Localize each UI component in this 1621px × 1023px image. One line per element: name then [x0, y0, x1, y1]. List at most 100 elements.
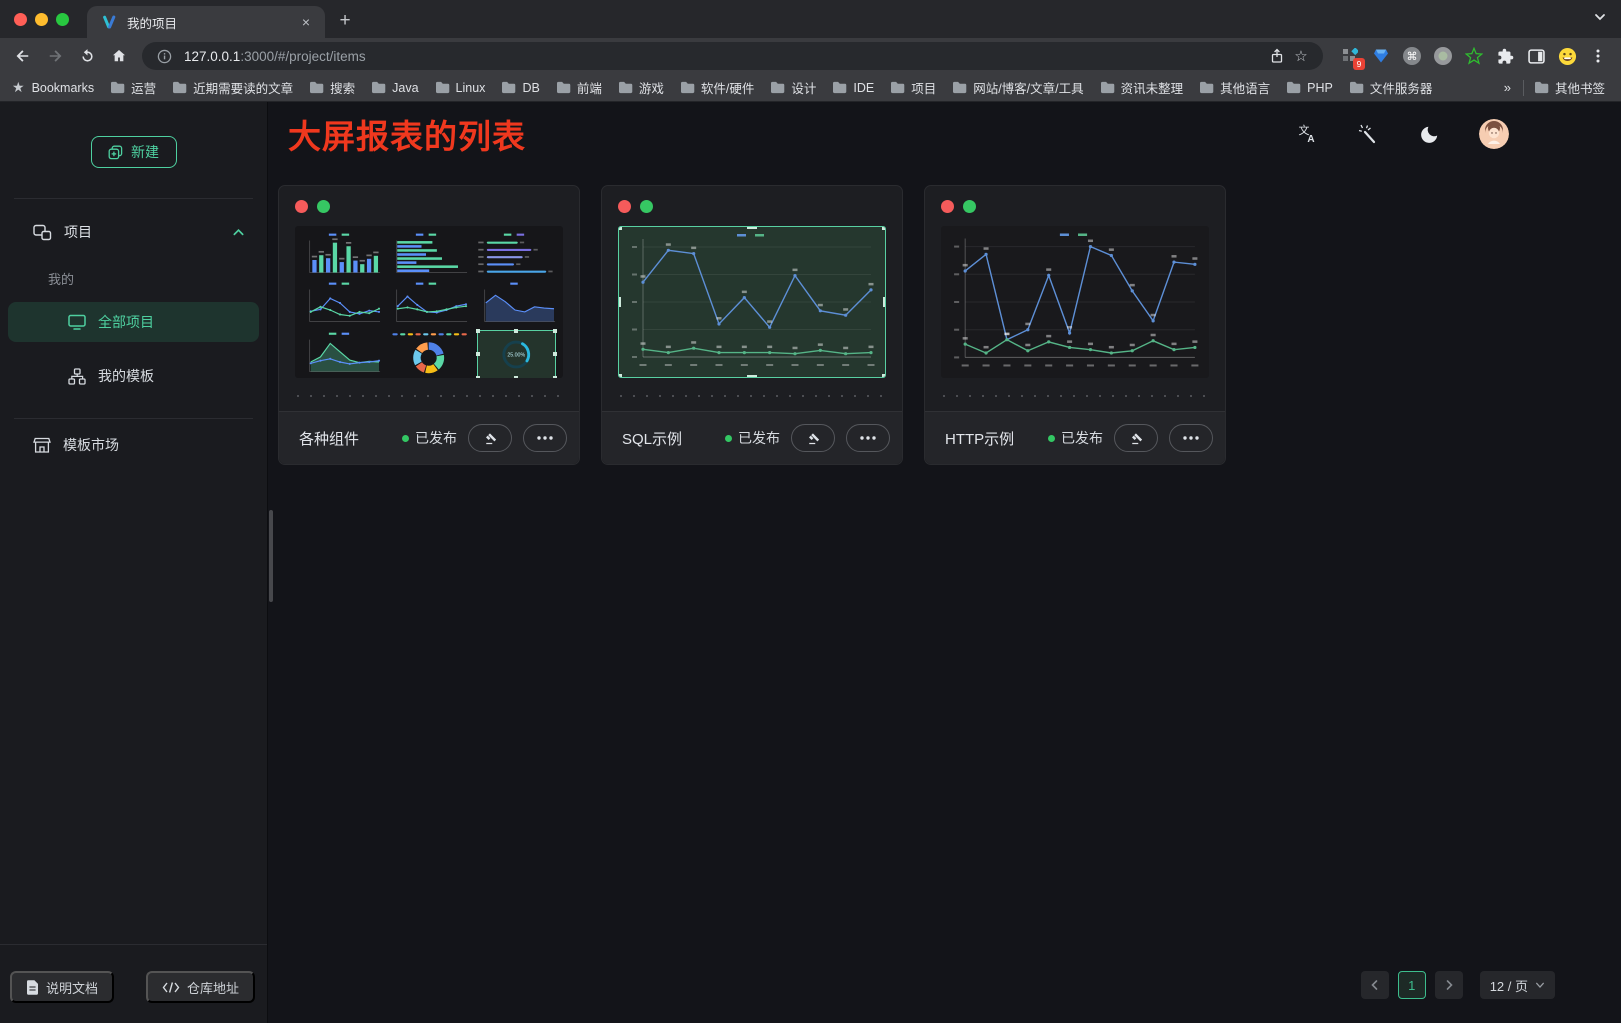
bookmark-folder[interactable]: 搜索 [309, 78, 355, 97]
more-actions-button[interactable] [523, 424, 567, 452]
close-window-button[interactable] [14, 13, 27, 26]
folder-icon [501, 81, 516, 94]
browser-menu-icon[interactable] [1587, 45, 1609, 67]
dark-mode-moon-icon[interactable] [1418, 123, 1440, 145]
svg-text:A: A [1307, 134, 1314, 145]
emoji-extension-icon[interactable] [1556, 45, 1578, 67]
magic-wand-icon[interactable] [1357, 123, 1379, 145]
maximize-window-button[interactable] [56, 13, 69, 26]
project-card[interactable]: SQL示例 已发布 [601, 185, 903, 465]
bookmark-folder-label: 近期需要读的文章 [193, 78, 293, 97]
extension-command-icon[interactable]: ⌘ [1401, 45, 1423, 67]
edit-button[interactable] [1114, 424, 1158, 452]
bookmark-folder[interactable]: 软件/硬件 [680, 78, 754, 97]
page-number[interactable]: 1 [1398, 971, 1426, 999]
url-text[interactable]: 127.0.0.1:3000/#/project/items [184, 49, 1265, 64]
user-avatar[interactable] [1479, 119, 1509, 149]
extensions-puzzle-icon[interactable] [1494, 45, 1516, 67]
ellipsis-icon [860, 436, 876, 440]
project-card[interactable]: 25.00% 各种组件 已发布 [278, 185, 580, 465]
extension-gem-icon[interactable] [1370, 45, 1392, 67]
share-icon[interactable] [1265, 44, 1289, 68]
bookmark-folder[interactable]: IDE [832, 81, 874, 95]
store-icon [33, 437, 51, 454]
selection-handle [747, 375, 757, 378]
browser-tab[interactable]: 我的项目 × [87, 6, 325, 38]
bookmark-folder[interactable]: 资讯未整理 [1100, 78, 1184, 97]
mini-chart-hlines [474, 232, 559, 279]
mini-chart-line2 [386, 281, 471, 328]
bookmark-folder-label: 软件/硬件 [701, 78, 754, 97]
bookmark-folder[interactable]: PHP [1286, 81, 1333, 95]
bookmarks-overflow-chevron[interactable]: » [1494, 80, 1521, 95]
edit-button[interactable] [468, 424, 512, 452]
card-thumbnail[interactable] [941, 226, 1209, 378]
prev-page-button[interactable] [1361, 971, 1389, 999]
bookmark-folder[interactable]: Linux [435, 81, 486, 95]
language-icon[interactable]: 文A [1296, 123, 1318, 145]
bookmark-folder[interactable]: 运营 [110, 78, 156, 97]
bookmark-folder[interactable]: 前端 [556, 78, 602, 97]
chevron-up-icon[interactable] [232, 226, 245, 239]
chevron-down-icon [1535, 980, 1545, 990]
edit-button[interactable] [791, 424, 835, 452]
bookmark-folder[interactable]: 游戏 [618, 78, 664, 97]
bookmark-folder[interactable]: 近期需要读的文章 [172, 78, 293, 97]
reload-button[interactable] [72, 41, 102, 71]
tab-search-chevron-icon[interactable] [1593, 10, 1607, 29]
sidebar-item-all-projects[interactable]: 全部项目 [8, 302, 259, 342]
vertical-scrollbar[interactable] [269, 510, 273, 602]
minimize-window-button[interactable] [35, 13, 48, 26]
other-bookmarks[interactable]: 其他书签 [1534, 78, 1605, 97]
docs-button[interactable]: 说明文档 [10, 971, 114, 1003]
hammer-icon [1129, 431, 1144, 446]
sidebar-item-my-templates[interactable]: 我的模板 [8, 356, 259, 396]
bookmark-folder[interactable]: 文件服务器 [1349, 78, 1433, 97]
extension-dot-icon[interactable] [1432, 45, 1454, 67]
card-title: SQL示例 [622, 428, 682, 449]
publish-status: 已发布 [402, 428, 457, 448]
bookmark-folder-label: 项目 [911, 78, 936, 97]
back-button[interactable] [8, 41, 38, 71]
selection-handle [618, 226, 622, 230]
home-button[interactable] [104, 41, 134, 71]
selection-handle [553, 329, 557, 333]
repo-button[interactable]: 仓库地址 [146, 971, 255, 1003]
extension-grid-icon[interactable]: 9 [1339, 45, 1361, 67]
tab-close-icon[interactable]: × [297, 13, 315, 31]
extension-star-icon[interactable] [1463, 45, 1485, 67]
bookmark-folder[interactable]: 设计 [770, 78, 816, 97]
project-card[interactable]: HTTP示例 已发布 [924, 185, 1226, 465]
forward-button[interactable] [40, 41, 70, 71]
bookmark-folder-label: Linux [456, 81, 486, 95]
site-info-icon[interactable] [152, 44, 176, 68]
docs-button-label: 说明文档 [46, 978, 98, 997]
new-project-button[interactable]: 新建 [91, 136, 177, 168]
red-dot [618, 200, 631, 213]
folder-icon [1199, 81, 1214, 94]
sidebar-section-projects[interactable]: 项目 [0, 217, 267, 247]
next-page-button[interactable] [1435, 971, 1463, 999]
selection-handle [618, 374, 622, 378]
side-panel-icon[interactable] [1525, 45, 1547, 67]
bookmark-folder[interactable]: Java [371, 81, 418, 95]
svg-text:25.00%: 25.00% [507, 352, 525, 358]
card-thumbnail[interactable] [618, 226, 886, 378]
address-bar[interactable]: 127.0.0.1:3000/#/project/items ☆ [142, 42, 1323, 70]
folder-icon [618, 81, 633, 94]
more-actions-button[interactable] [1169, 424, 1213, 452]
page-size-select[interactable]: 12 / 页 [1480, 971, 1555, 999]
bookmarks-label[interactable]: Bookmarks [32, 81, 95, 95]
folder-icon [1349, 81, 1364, 94]
bookmark-folder[interactable]: 网站/博客/文章/工具 [952, 78, 1083, 97]
bookmark-star-icon[interactable]: ☆ [1289, 44, 1313, 68]
bookmark-folder-label: 资讯未整理 [1121, 78, 1184, 97]
bookmark-folder[interactable]: 项目 [890, 78, 936, 97]
sidebar-item-template-market[interactable]: 模板市场 [8, 425, 259, 465]
new-tab-button[interactable]: + [331, 7, 359, 35]
bookmark-folder[interactable]: 其他语言 [1199, 78, 1270, 97]
card-thumbnail[interactable]: 25.00% [295, 226, 563, 378]
project-icon [33, 224, 52, 241]
more-actions-button[interactable] [846, 424, 890, 452]
bookmark-folder[interactable]: DB [501, 81, 539, 95]
